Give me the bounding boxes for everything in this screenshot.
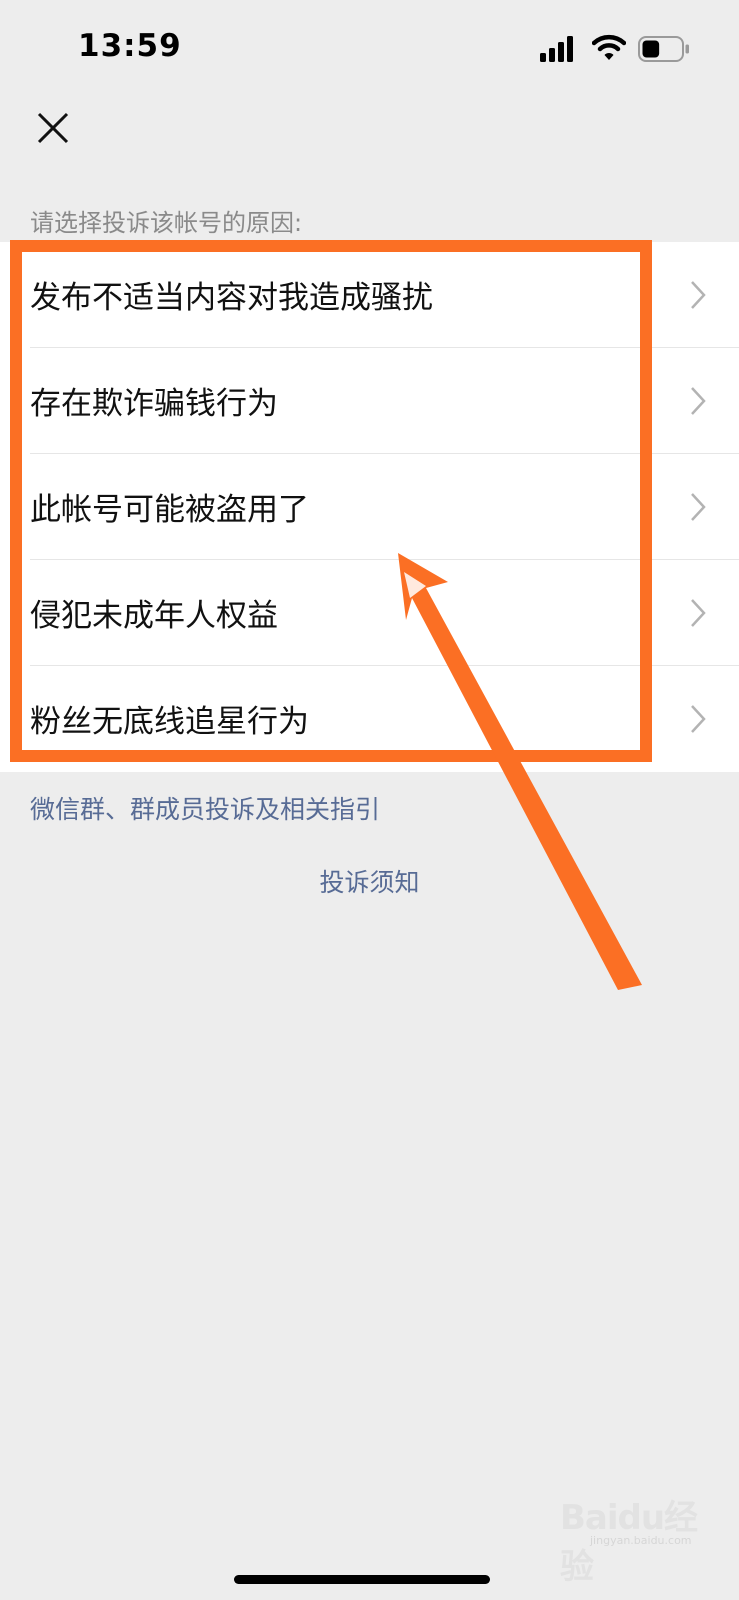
group-complaint-guide-link[interactable]: 微信群、群成员投诉及相关指引 <box>30 790 380 826</box>
chevron-right-icon <box>691 387 706 415</box>
baidu-watermark: Baidu经验 jingyan.baidu.com <box>560 1490 710 1587</box>
complaint-notice-link[interactable]: 投诉须知 <box>0 863 739 899</box>
reason-item-fan-behavior[interactable]: 粉丝无底线追星行为 <box>0 666 739 772</box>
status-time: 13:59 <box>78 28 182 64</box>
reason-label: 粉丝无底线追星行为 <box>30 704 309 740</box>
chevron-right-icon <box>691 599 706 627</box>
wifi-icon <box>592 34 626 60</box>
chevron-right-icon <box>691 281 706 309</box>
reason-prompt: 请选择投诉该帐号的原因: <box>30 209 303 237</box>
chevron-right-icon <box>691 705 706 733</box>
battery-level <box>642 40 660 58</box>
battery-icon <box>638 36 689 62</box>
reason-label: 侵犯未成年人权益 <box>30 598 278 634</box>
close-icon <box>37 112 69 144</box>
watermark-sub: jingyan.baidu.com <box>590 1534 692 1547</box>
cellular-signal-icon <box>540 36 573 62</box>
home-indicator[interactable] <box>234 1575 490 1584</box>
chevron-right-icon <box>691 493 706 521</box>
reason-list: 发布不适当内容对我造成骚扰 存在欺诈骗钱行为 此帐号可能被盗用了 侵犯未成年人权… <box>0 242 739 772</box>
reason-label: 发布不适当内容对我造成骚扰 <box>30 280 433 316</box>
close-button[interactable] <box>30 105 76 151</box>
status-bar: 13:59 <box>0 0 739 100</box>
reason-item-minor-rights[interactable]: 侵犯未成年人权益 <box>0 560 739 666</box>
reason-item-harassment[interactable]: 发布不适当内容对我造成骚扰 <box>0 242 739 348</box>
reason-item-account-stolen[interactable]: 此帐号可能被盗用了 <box>0 454 739 560</box>
reason-item-fraud[interactable]: 存在欺诈骗钱行为 <box>0 348 739 454</box>
reason-label: 存在欺诈骗钱行为 <box>30 386 278 422</box>
reason-label: 此帐号可能被盗用了 <box>30 492 309 528</box>
